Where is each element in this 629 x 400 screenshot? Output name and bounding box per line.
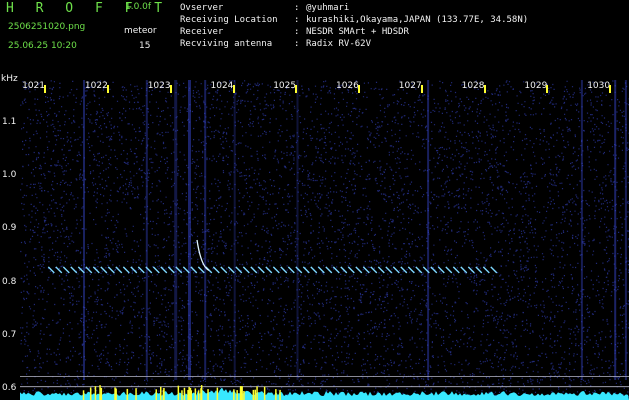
level-peak	[207, 389, 209, 400]
frequency-tick-mark	[483, 85, 486, 93]
level-peak	[240, 386, 242, 400]
info-row-location: Receiving Location: kurashiki,Okayama,JAP…	[180, 15, 529, 25]
time-tick-label: 0.8	[2, 276, 17, 287]
info-label: Ovserver	[180, 3, 224, 13]
frequency-tick-label: 1022	[84, 81, 108, 91]
frequency-tick-label: 1021	[22, 81, 45, 91]
time-tick-label: 1.1	[2, 116, 17, 127]
hrofft-window: H R O F F T 1.0.0f 2506251020.png meteor…	[0, 0, 629, 400]
frequency-tick-mark	[44, 85, 47, 93]
info-label: Recviving antenna	[180, 39, 273, 49]
level-trace	[20, 387, 629, 400]
frequency-tick-label: 1027	[398, 81, 422, 91]
carrier-band	[145, 80, 148, 380]
capture-datetime: 25.06.25 10:20	[8, 41, 77, 51]
info-row-antenna: Recviving antenna: Radix RV-62V	[180, 39, 372, 49]
info-row-receiver: Receiver: NESDR SMArt + HDSDR	[180, 27, 409, 37]
time-tick-label: 0.6	[2, 383, 17, 394]
frequency-tick-label: 1028	[461, 81, 485, 91]
level-peak	[200, 388, 202, 400]
frequency-tick-mark	[169, 85, 172, 93]
frequency-tick-mark	[609, 85, 612, 93]
info-value: NESDR SMArt + HDSDR	[306, 27, 409, 37]
frequency-tick-mark	[232, 85, 235, 93]
carrier-band	[188, 80, 191, 380]
carrier-band	[83, 80, 85, 380]
carrier-band	[296, 80, 299, 380]
frequency-tick-label: 1023	[147, 81, 171, 91]
level-peak	[216, 387, 219, 400]
level-peak	[181, 390, 183, 400]
level-peak	[275, 389, 277, 400]
level-peak	[279, 389, 281, 400]
level-peak	[160, 386, 162, 400]
carrier-band	[624, 80, 627, 380]
noise-speckle	[20, 80, 629, 400]
frequency-unit-label: kHz	[1, 74, 18, 84]
carrier-band	[174, 80, 178, 380]
carrier-band	[204, 80, 207, 380]
info-value: @yuhmari	[306, 3, 350, 13]
level-peak	[194, 388, 197, 400]
frequency-tick-label: 1025	[273, 81, 297, 91]
level-peak	[99, 385, 101, 400]
info-value: Radix RV-62V	[306, 39, 372, 49]
carrier-band	[580, 80, 583, 380]
level-peak	[155, 389, 157, 400]
carrier-bands	[83, 80, 627, 380]
time-tick-label: 0.9	[2, 223, 17, 234]
level-peak	[243, 391, 245, 400]
level-peak	[82, 390, 85, 400]
info-value: kurashiki,Okayama,JAPAN (133.77E, 34.58N…	[306, 15, 529, 25]
level-peak	[256, 386, 258, 400]
signal-level-meter	[20, 385, 629, 400]
frequency-tick-mark	[420, 85, 423, 93]
level-peak	[177, 385, 180, 400]
frequency-tick-mark	[295, 85, 298, 93]
meteor-count: 15	[139, 41, 151, 51]
app-version: 1.0.0f	[125, 2, 152, 12]
level-peak	[236, 390, 238, 400]
level-peak	[114, 387, 116, 400]
frequency-tick-label: 1024	[210, 81, 234, 91]
frequency-tick-mark	[546, 85, 549, 93]
level-peak	[183, 387, 186, 400]
info-label: Receiver	[180, 27, 224, 37]
time-tick-label: 0.7	[2, 330, 17, 340]
frequency-tick-label: 1029	[524, 81, 548, 91]
level-peak	[89, 387, 92, 400]
frequency-tick-label: 1030	[587, 81, 611, 91]
spectrogram-noise	[20, 80, 629, 400]
info-label: Receiving Location	[180, 15, 278, 25]
level-peak	[252, 389, 255, 400]
carrier-band	[233, 80, 236, 380]
spectrogram-view	[20, 80, 629, 400]
detection-mode: meteor	[124, 26, 157, 36]
frequency-tick-mark	[358, 85, 360, 93]
level-peak	[254, 389, 256, 400]
level-peak	[197, 390, 200, 400]
level-peak	[263, 386, 266, 400]
carrier-band	[614, 80, 617, 380]
info-row-observer: Ovserver: @yuhmari	[180, 3, 350, 13]
level-peak	[162, 389, 165, 400]
image-filename: 2506251020.png	[8, 22, 86, 32]
time-tick-label: 1.0	[2, 170, 17, 180]
level-peak	[233, 389, 235, 400]
level-peak	[135, 388, 137, 400]
level-peak	[94, 386, 97, 400]
level-peak	[189, 387, 192, 400]
level-peak	[126, 388, 129, 400]
level-peak	[188, 386, 190, 400]
frequency-tick-mark	[106, 85, 109, 93]
level-peak	[241, 386, 243, 400]
frequency-tick-label: 1026	[336, 81, 359, 91]
level-peak	[100, 387, 103, 400]
carrier-band	[427, 80, 430, 380]
